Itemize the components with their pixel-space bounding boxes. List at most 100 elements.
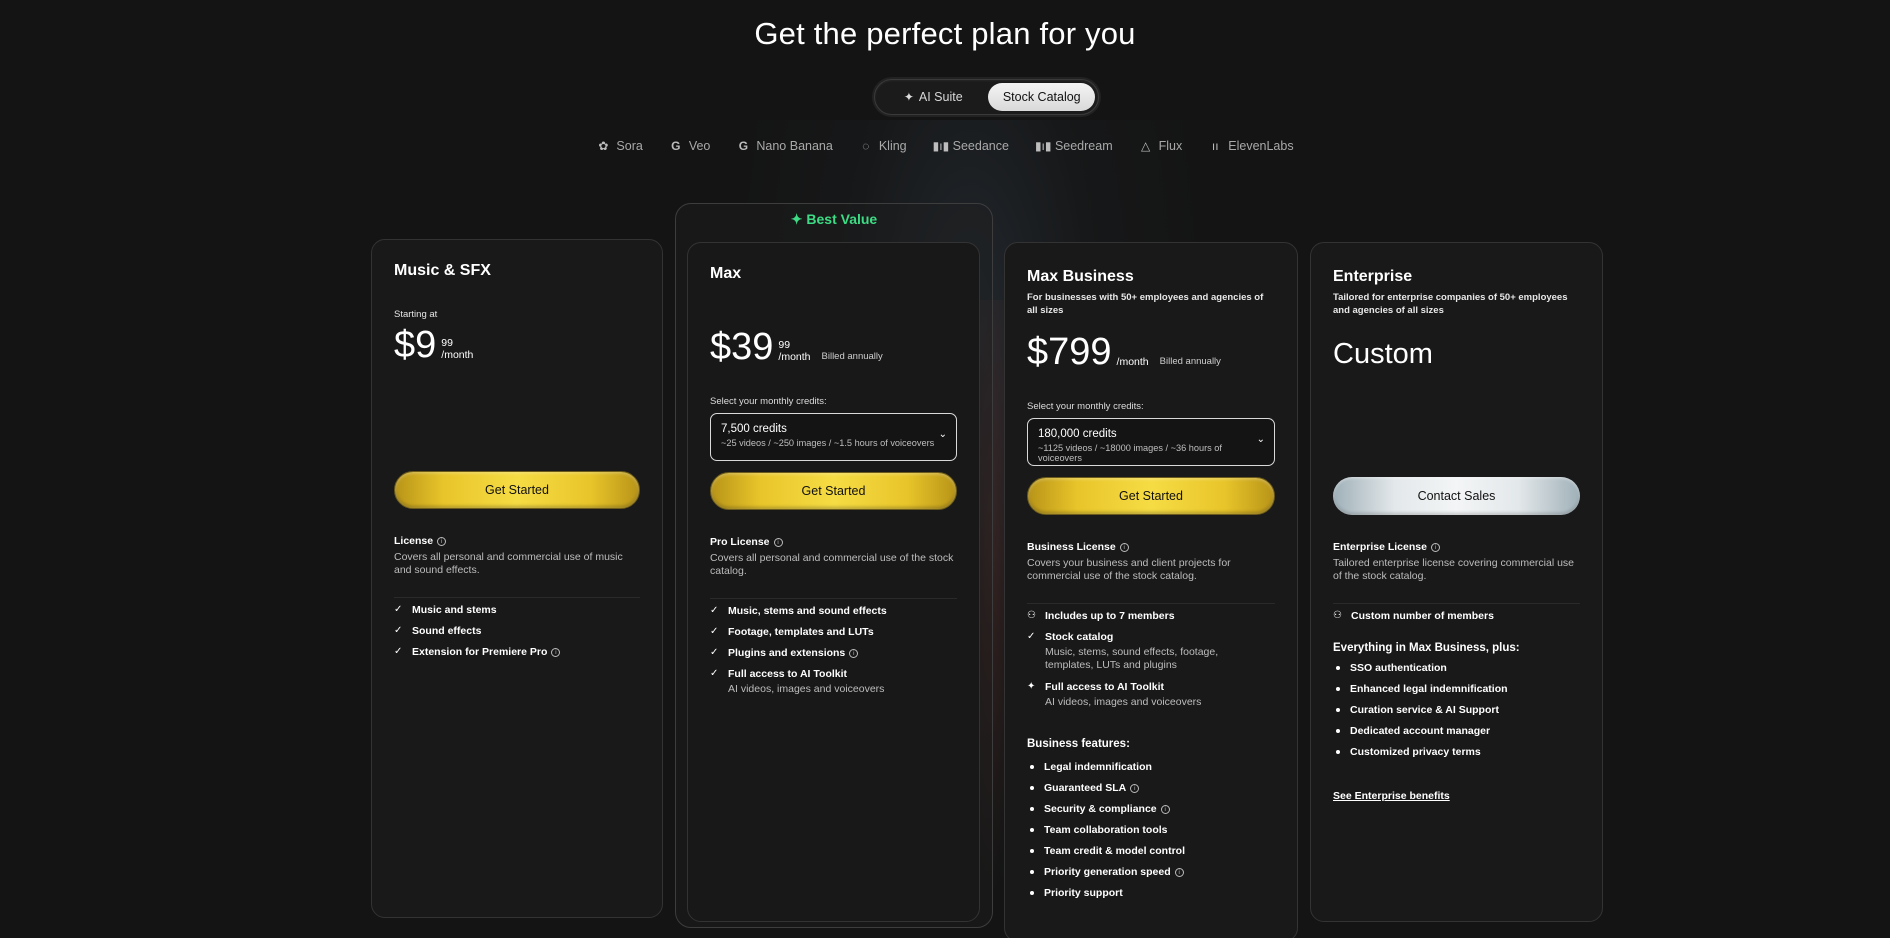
price-amount: $799 (1027, 331, 1112, 373)
info-icon[interactable]: i (1160, 804, 1170, 814)
feature-item: ✓ Extension for Premiere Pro i (394, 646, 640, 658)
best-value-badge: ✦ Best Value (790, 211, 878, 227)
bullet-dot (1336, 666, 1340, 670)
bars-icon: ▮ı▮ (932, 139, 950, 153)
credits-select-label: Select your monthly credits: (710, 396, 827, 407)
feature-members: ⚇ Custom number of members (1333, 610, 1494, 622)
info-icon[interactable]: i (1119, 542, 1129, 552)
price-custom: Custom (1333, 338, 1433, 370)
feature-item: ✦ Full access to AI Toolkit AI videos, ima… (1027, 681, 1202, 708)
feature-members: ⚇ Includes up to 7 members (1027, 610, 1175, 622)
price: $799 /month Billed annually (1027, 333, 1275, 371)
get-started-button[interactable]: Get Started (1027, 477, 1275, 515)
feature-item: ✓ Footage, templates and LUTs (710, 626, 874, 638)
check-icon: ✓ (710, 626, 719, 637)
plan-card-max: Max $39 99 /month Billed annually Select… (687, 242, 980, 922)
feature-subtext: AI videos, images and voiceovers (728, 683, 885, 695)
toggle-stock-catalog[interactable]: Stock Catalog (988, 83, 1095, 111)
catalog-toggle[interactable]: ✦ AI Suite Stock Catalog (874, 79, 1099, 115)
users-icon: ⚇ (1027, 610, 1036, 621)
check-icon: ✓ (394, 604, 403, 615)
toggle-ai-suite[interactable]: ✦ AI Suite (878, 83, 988, 111)
credits-value: 7,500 credits (721, 423, 787, 435)
plan-title: Max Business (1027, 268, 1134, 285)
bullet-dot (1030, 849, 1034, 853)
billed-annually: Billed annually (821, 351, 883, 362)
bullet-item: Priority generation speed i (1027, 866, 1275, 878)
license-title: Business License i (1027, 541, 1275, 553)
license-description: Tailored enterprise license covering com… (1333, 557, 1575, 582)
kling-icon: ◌ (862, 139, 870, 153)
sparkle-icon: ✦ (903, 90, 914, 104)
plan-card-max-business: Max Business For businesses with 50+ emp… (1004, 242, 1298, 938)
info-icon[interactable]: i (551, 648, 561, 657)
credits-select-label: Select your monthly credits: (1027, 401, 1144, 412)
bullet-dot (1030, 765, 1034, 769)
openai-icon: ✿ (598, 139, 609, 153)
bullet-item: Enhanced legal indemnification (1333, 683, 1580, 695)
check-icon: ✓ (394, 646, 403, 657)
contact-sales-button[interactable]: Contact Sales (1333, 477, 1580, 515)
model-seedance: ▮ı▮ Seedance (932, 139, 1009, 153)
price: $9 99 /month (394, 326, 640, 364)
divider (710, 598, 957, 599)
check-icon: ✓ (710, 605, 719, 616)
feature-subtext: Music, stems, sound effects, footage, te… (1045, 646, 1219, 671)
license-description: Covers your business and client projects… (1027, 557, 1231, 582)
users-icon: ⚇ (1333, 610, 1342, 621)
bullet-dot (1336, 708, 1340, 712)
bullet-item: SSO authentication (1333, 662, 1580, 674)
bars-icon: ▮ı▮ (1034, 139, 1052, 153)
model-flux: △ Flux (1139, 139, 1182, 153)
bullet-dot (1030, 891, 1034, 895)
info-icon[interactable]: i (849, 649, 859, 658)
check-icon: ✓ (710, 668, 719, 679)
info-icon[interactable]: i (1430, 542, 1440, 552)
flux-icon: △ (1141, 139, 1151, 153)
bullet-item: Team collaboration tools (1027, 824, 1275, 836)
credits-select[interactable]: 7,500 credits ~25 videos / ~250 images /… (710, 413, 957, 461)
get-started-button[interactable]: Get Started (710, 472, 957, 510)
price-period: /month (778, 351, 811, 363)
model-list: ✿ Sora G Veo G Nano Banana ◌ Kling ▮ı▮ Seedan… (0, 139, 1890, 153)
bullet-dot (1030, 807, 1034, 811)
plan-title: Music & SFX (394, 262, 491, 279)
price-meta: 99 /month (778, 339, 810, 366)
check-icon: ✓ (1027, 631, 1036, 642)
feature-item: ✓ Plugins and extensions i (710, 647, 957, 659)
info-icon[interactable]: i (1174, 867, 1184, 877)
elevenlabs-icon: ıı (1211, 139, 1219, 153)
enterprise-benefits-link[interactable]: See Enterprise benefits (1333, 790, 1580, 802)
plan-subtitle: For businesses with 50+ employees and ag… (1027, 292, 1264, 316)
price-meta: /month (1117, 356, 1149, 371)
credits-select[interactable]: 180,000 credits ~1125 videos / ~18000 im… (1027, 418, 1275, 466)
google-icon: G (738, 139, 749, 153)
sparkle-icon: ✦ (1027, 681, 1036, 692)
price-cents: 99 (441, 337, 453, 349)
license-description: Covers all personal and commercial use o… (710, 552, 954, 577)
business-features-title: Business features: (1027, 738, 1130, 750)
model-elevenlabs: ıı ElevenLabs (1208, 139, 1294, 153)
bullet-item: Dedicated account manager (1333, 725, 1580, 737)
info-icon[interactable]: i (773, 537, 783, 547)
feature-item: ✓ Sound effects (394, 625, 482, 637)
bullet-item: Guaranteed SLA i (1027, 782, 1275, 794)
bullet-dot (1030, 786, 1034, 790)
model-nano-banana: G Nano Banana (736, 139, 833, 153)
feature-item: ✓ Music and stems (394, 604, 497, 616)
bullet-dot (1030, 870, 1034, 874)
bullet-item: Team credit & model control (1027, 845, 1275, 857)
model-sora: ✿ Sora (598, 139, 643, 153)
feature-item: ✓ Stock catalog Music, stems, sound effect… (1027, 631, 1275, 672)
get-started-button[interactable]: Get Started (394, 471, 640, 509)
info-icon[interactable]: i (437, 536, 447, 546)
plan-card-enterprise: Enterprise Tailored for enterprise compa… (1310, 242, 1603, 922)
bullet-item: Legal indemnification (1027, 761, 1275, 773)
divider (394, 597, 640, 598)
feature-item: ✓ Music, stems and sound effects (710, 605, 887, 617)
credits-detail: ~1125 videos / ~18000 images / ~36 hours… (1038, 443, 1222, 463)
divider (1027, 603, 1275, 604)
model-kling: ◌ Kling (859, 139, 906, 153)
license-description: Covers all personal and commercial use o… (394, 551, 623, 576)
info-icon[interactable]: i (1130, 783, 1140, 793)
